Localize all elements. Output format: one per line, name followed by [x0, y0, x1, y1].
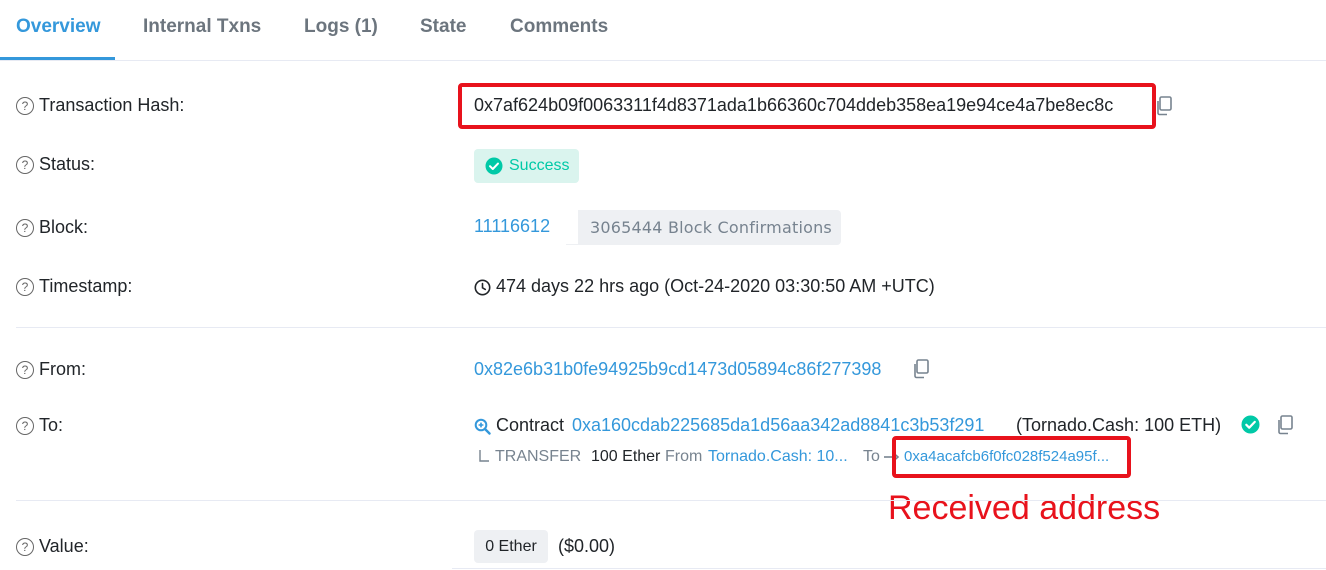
block-label-text: Block: [39, 217, 89, 237]
section-divider [16, 327, 1326, 328]
timestamp-label-text: Timestamp: [39, 276, 133, 296]
transfer-from-label: From [665, 448, 703, 465]
tab-state[interactable]: State [420, 16, 466, 38]
clock-icon [474, 279, 491, 296]
timestamp-value: 474 days 22 hrs ago (Oct-24-2020 03:30:5… [496, 276, 935, 296]
block-label: ? Block: [16, 217, 88, 238]
contract-search-icon [474, 418, 491, 435]
transfer-from-link[interactable]: Tornado.Cash: 10... [708, 448, 848, 466]
help-icon[interactable]: ? [16, 537, 34, 556]
value-ether-amount: 0 Ether [485, 537, 537, 555]
transfer-amount: 100 Ether [591, 448, 661, 465]
to-label: ? To: [16, 415, 63, 436]
timestamp-label: ? Timestamp: [16, 276, 132, 297]
copy-icon[interactable] [912, 359, 930, 379]
section-divider [16, 500, 1326, 501]
status-label-text: Status: [39, 154, 96, 174]
contract-label: Contract [496, 415, 565, 435]
help-icon[interactable]: ? [16, 360, 34, 379]
transfer-to-label: To [863, 448, 880, 465]
value-label: ? Value: [16, 536, 89, 557]
tx-hash-label-text: Transaction Hash: [39, 95, 185, 115]
status-label: ? Status: [16, 154, 95, 175]
block-number-link[interactable]: 11116612 [474, 216, 550, 237]
contract-address-link[interactable]: 0xa160cdab225685da1d56aa342ad8841c3b53f2… [572, 415, 984, 436]
copy-icon[interactable] [1276, 415, 1294, 435]
help-icon[interactable]: ? [16, 277, 34, 296]
bottom-divider [452, 568, 1326, 569]
tree-branch-icon [479, 450, 489, 462]
transfer-prefix: TRANSFER [495, 448, 582, 465]
tx-hash-label: ? Transaction Hash: [16, 95, 184, 116]
from-label: ? From: [16, 359, 86, 380]
tab-logs[interactable]: Logs (1) [304, 16, 378, 38]
tx-hash-highlight-box [458, 83, 1156, 129]
received-address-annotation: Received address [888, 489, 1161, 527]
to-label-text: To: [39, 415, 64, 435]
received-address-highlight-box [892, 436, 1131, 478]
badge-notch [566, 210, 578, 244]
tab-internal-txns[interactable]: Internal Txns [143, 16, 261, 38]
block-confirmations-badge: 3065444 Block Confirmations [566, 210, 841, 245]
status-text: Success [509, 157, 570, 174]
tab-comments[interactable]: Comments [510, 16, 608, 38]
status-badge: Success [474, 149, 579, 183]
tab-overview[interactable]: Overview [16, 16, 101, 38]
tab-bar: Overview Internal Txns Logs (1) State Co… [0, 0, 1326, 61]
block-confirmations-text: 3065444 Block Confirmations [590, 218, 832, 237]
verified-check-icon [1241, 415, 1260, 434]
contract-name: (Tornado.Cash: 100 ETH) [1016, 415, 1222, 435]
value-label-text: Value: [39, 536, 89, 556]
from-label-text: From: [39, 359, 86, 379]
help-icon[interactable]: ? [16, 416, 34, 435]
from-address-link[interactable]: 0x82e6b31b0fe94925b9cd1473d05894c86f2773… [474, 359, 881, 380]
help-icon[interactable]: ? [16, 218, 34, 237]
active-tab-indicator [0, 57, 115, 60]
value-ether-badge: 0 Ether [474, 530, 548, 563]
check-circle-icon [485, 157, 503, 175]
help-icon[interactable]: ? [16, 96, 34, 115]
value-usd: ($0.00) [558, 536, 616, 556]
help-icon[interactable]: ? [16, 155, 34, 174]
copy-icon[interactable] [1155, 96, 1173, 116]
